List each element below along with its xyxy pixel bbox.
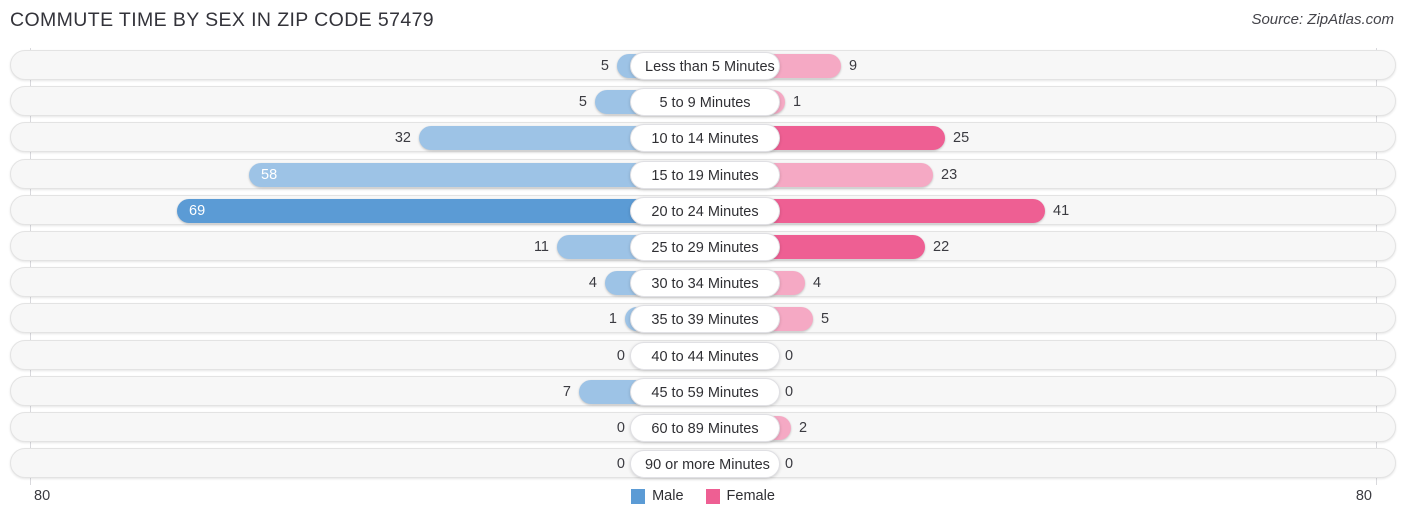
value-label-female: 0 [785,456,794,472]
category-label[interactable]: 45 to 59 Minutes [630,378,780,406]
chart-legend: Male Female [0,488,1406,504]
value-label-male: 69 [189,203,206,219]
value-label-male: 5 [578,94,587,110]
category-label[interactable]: 5 to 9 Minutes [630,88,780,116]
value-label-male: 0 [616,420,625,436]
table-row[interactable]: 0 0 90 or more Minutes [10,448,1396,478]
legend-label: Female [726,488,775,504]
bar-male[interactable] [177,199,705,223]
value-label-male: 0 [616,456,625,472]
legend-label: Male [652,488,684,504]
table-row[interactable]: 0 2 60 to 89 Minutes [10,412,1396,442]
table-row[interactable]: 1 5 35 to 39 Minutes [10,303,1396,333]
legend-swatch-icon [705,488,720,504]
category-label[interactable]: 30 to 34 Minutes [630,269,780,297]
value-label-female: 4 [813,275,822,291]
legend-item-male[interactable]: Male [631,488,684,504]
category-label[interactable]: 10 to 14 Minutes [630,124,780,152]
chart-footer: 80 80 Male Female [0,485,1406,523]
chart-plot-area: 5 9 Less than 5 Minutes 5 1 5 to 9 Minutes 32 2… [0,48,1406,485]
category-label[interactable]: 90 or more Minutes [630,450,780,478]
value-label-female: 5 [821,311,830,327]
value-label-female: 0 [785,348,794,364]
value-label-female: 9 [849,58,858,74]
value-label-male: 58 [261,167,278,183]
table-row[interactable]: 5 1 5 to 9 Minutes [10,86,1396,116]
category-label[interactable]: 40 to 44 Minutes [630,342,780,370]
table-row[interactable]: 0 0 40 to 44 Minutes [10,340,1396,370]
table-row[interactable]: 58 23 15 to 19 Minutes [10,159,1396,189]
category-label[interactable]: 35 to 39 Minutes [630,305,780,333]
source-attribution: Source: ZipAtlas.com [1251,11,1394,28]
page-title: COMMUTE TIME BY SEX IN ZIP CODE 57479 [10,9,435,31]
value-label-male: 7 [562,384,571,400]
table-row[interactable]: 5 9 Less than 5 Minutes [10,50,1396,80]
value-label-male: 0 [616,348,625,364]
value-label-female: 41 [1053,203,1070,219]
value-label-female: 0 [785,384,794,400]
table-row[interactable]: 11 22 25 to 29 Minutes [10,231,1396,261]
category-label[interactable]: Less than 5 Minutes [630,52,780,80]
value-label-female: 2 [799,420,808,436]
value-label-female: 1 [793,94,802,110]
value-label-male: 5 [600,58,609,74]
chart-header: COMMUTE TIME BY SEX IN ZIP CODE 57479 So… [0,0,1406,42]
value-label-male: 32 [394,130,411,146]
category-label[interactable]: 60 to 89 Minutes [630,414,780,442]
value-label-female: 23 [941,167,958,183]
table-row[interactable]: 32 25 10 to 14 Minutes [10,122,1396,152]
value-label-female: 22 [933,239,950,255]
value-label-female: 25 [953,130,970,146]
category-label[interactable]: 25 to 29 Minutes [630,233,780,261]
value-label-male: 1 [608,311,617,327]
legend-swatch-icon [631,488,646,504]
table-row[interactable]: 4 4 30 to 34 Minutes [10,267,1396,297]
value-label-male: 11 [533,239,549,255]
table-row[interactable]: 69 41 20 to 24 Minutes [10,195,1396,225]
category-label[interactable]: 20 to 24 Minutes [630,197,780,225]
legend-item-female[interactable]: Female [705,488,775,504]
table-row[interactable]: 7 0 45 to 59 Minutes [10,376,1396,406]
category-label[interactable]: 15 to 19 Minutes [630,161,780,189]
value-label-male: 4 [588,275,597,291]
